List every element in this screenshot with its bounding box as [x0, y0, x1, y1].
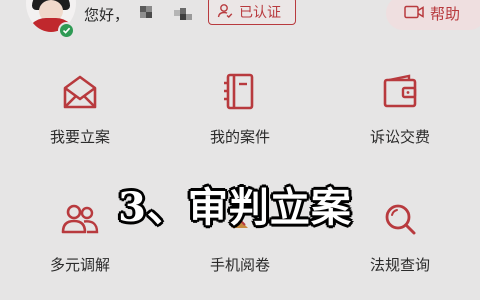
envelope-icon: [63, 75, 97, 109]
my-cases-label: 我的案件: [209, 128, 270, 146]
case-book-icon: [224, 73, 254, 110]
search-icon: [385, 204, 416, 235]
person-icon: [217, 4, 233, 18]
help-label: 帮助: [430, 5, 461, 23]
top-bar: 您好， 已认证 帮助: [0, 0, 480, 39]
overlay-caption: 3、审判立案: [118, 184, 352, 231]
verified-button[interactable]: 已认证: [208, 0, 296, 25]
mediation-label: 多元调解: [49, 256, 110, 274]
law-search-label: 法规查询: [369, 256, 430, 274]
redacted-username: [140, 6, 200, 22]
litigation-fee-label: 诉讼交费: [369, 128, 430, 146]
greeting-text: 您好，: [84, 6, 130, 24]
video-icon: [404, 5, 424, 19]
people-icon: [61, 204, 99, 234]
verified-label: 已认证: [239, 5, 281, 21]
wallet-icon: [383, 74, 417, 108]
litigation-fee-tile[interactable]: 诉讼交费: [325, 72, 475, 172]
my-cases-tile[interactable]: 我的案件: [165, 72, 315, 172]
help-button[interactable]: 帮助: [386, 0, 480, 30]
verified-check-icon: [58, 22, 75, 39]
file-case-label: 我要立案: [49, 128, 110, 146]
file-case-tile[interactable]: 我要立案: [5, 72, 155, 172]
mobile-review-label: 手机阅卷: [209, 256, 270, 274]
